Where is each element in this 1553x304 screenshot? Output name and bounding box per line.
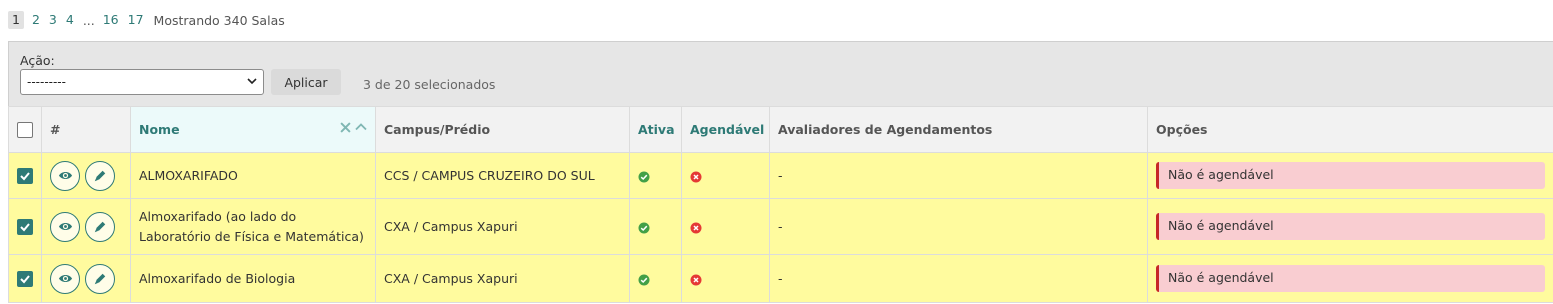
cell-opcoes: Não é agendável (1147, 152, 1553, 199)
page-link-2[interactable]: 2 (28, 11, 44, 29)
page-current: 1 (8, 11, 24, 29)
pagination: 1 2 3 4 ... 16 17 Mostrando 340 Salas (8, 10, 285, 30)
row-select-cell (8, 152, 42, 199)
header-hash: # (41, 106, 131, 153)
pencil-icon (94, 221, 106, 232)
header-ativa[interactable]: Ativa (629, 106, 682, 153)
header-nome[interactable]: Nome (130, 106, 376, 153)
check-icon (20, 223, 30, 232)
view-button[interactable] (50, 160, 80, 191)
row-actions (41, 152, 131, 199)
cell-opcoes: Não é agendável (1147, 198, 1553, 255)
rooms-table: # Nome Campus/Prédio Ativa Agendável Ava… (8, 106, 1553, 303)
view-button[interactable] (50, 263, 80, 294)
x-circle-icon (690, 171, 702, 182)
chevron-up-icon[interactable] (355, 122, 367, 133)
page-link-4[interactable]: 4 (62, 11, 78, 29)
action-bar: Ação: --------- Aplicar 3 de 20 selecion… (8, 41, 1553, 106)
row-select-cell (8, 198, 42, 255)
results-summary: Mostrando 340 Salas (153, 12, 285, 28)
edit-button[interactable] (85, 160, 115, 191)
not-schedulable-badge: Não é agendável (1156, 213, 1545, 240)
header-avaliadores: Avaliadores de Agendamentos (769, 106, 1148, 153)
check-icon (20, 275, 30, 284)
cell-nome: Almoxarifado (ao lado do Laboratório de … (130, 198, 376, 255)
action-label: Ação: (20, 53, 55, 68)
cell-nome: ALMOXARIFADO (130, 152, 376, 199)
not-schedulable-badge: Não é agendável (1156, 265, 1545, 292)
page-link-17[interactable]: 17 (124, 11, 148, 29)
cell-agendavel (681, 152, 770, 199)
header-opcoes: Opções (1147, 106, 1553, 153)
view-button[interactable] (50, 211, 80, 242)
chevron-down-icon (247, 78, 257, 85)
row-checkbox[interactable] (17, 270, 33, 287)
eye-icon (58, 171, 72, 180)
edit-button[interactable] (85, 263, 115, 294)
header-campus: Campus/Prédio (375, 106, 630, 153)
cell-campus: CXA / Campus Xapuri (375, 198, 630, 255)
row-actions (41, 254, 131, 303)
select-all-checkbox[interactable] (17, 121, 33, 138)
cell-nome: Almoxarifado de Biologia (130, 254, 376, 303)
row-select-cell (8, 254, 42, 303)
cell-avaliadores: - (769, 254, 1148, 303)
edit-button[interactable] (85, 211, 115, 242)
eye-icon (58, 222, 72, 231)
x-icon[interactable] (340, 122, 351, 133)
cell-ativa (629, 198, 682, 255)
pagination-ellipsis: ... (82, 12, 95, 28)
cell-ativa (629, 152, 682, 199)
apply-button[interactable]: Aplicar (271, 69, 341, 95)
table-row: Almoxarifado de Biologia CXA / Campus Xa… (8, 254, 1553, 303)
table-row: Almoxarifado (ao lado do Laboratório de … (8, 198, 1553, 255)
row-checkbox[interactable] (17, 167, 33, 184)
cell-opcoes: Não é agendável (1147, 254, 1553, 303)
not-schedulable-badge: Não é agendável (1156, 162, 1545, 189)
check-icon (20, 172, 30, 181)
cell-agendavel (681, 198, 770, 255)
cell-campus: CXA / Campus Xapuri (375, 254, 630, 303)
header-agendavel[interactable]: Agendável (681, 106, 770, 153)
page-link-16[interactable]: 16 (99, 11, 123, 29)
row-actions (41, 198, 131, 255)
selected-count: 3 de 20 selecionados (363, 77, 496, 92)
action-select-value: --------- (27, 75, 66, 89)
select-all-header (8, 106, 42, 153)
row-checkbox[interactable] (17, 218, 33, 235)
cell-avaliadores: - (769, 152, 1148, 199)
header-nome-label: Nome (139, 122, 180, 137)
cell-agendavel (681, 254, 770, 303)
table-row: ALMOXARIFADO CCS / CAMPUS CRUZEIRO DO SU… (8, 152, 1553, 199)
cell-campus: CCS / CAMPUS CRUZEIRO DO SUL (375, 152, 630, 199)
check-circle-icon (638, 222, 650, 233)
pencil-icon (94, 273, 106, 284)
cell-ativa (629, 254, 682, 303)
check-circle-icon (638, 171, 650, 182)
pencil-icon (94, 170, 106, 181)
x-circle-icon (690, 274, 702, 285)
page-link-3[interactable]: 3 (45, 11, 61, 29)
eye-icon (58, 274, 72, 283)
cell-avaliadores: - (769, 198, 1148, 255)
action-select[interactable]: --------- (20, 69, 264, 95)
check-circle-icon (638, 274, 650, 285)
x-circle-icon (690, 222, 702, 233)
